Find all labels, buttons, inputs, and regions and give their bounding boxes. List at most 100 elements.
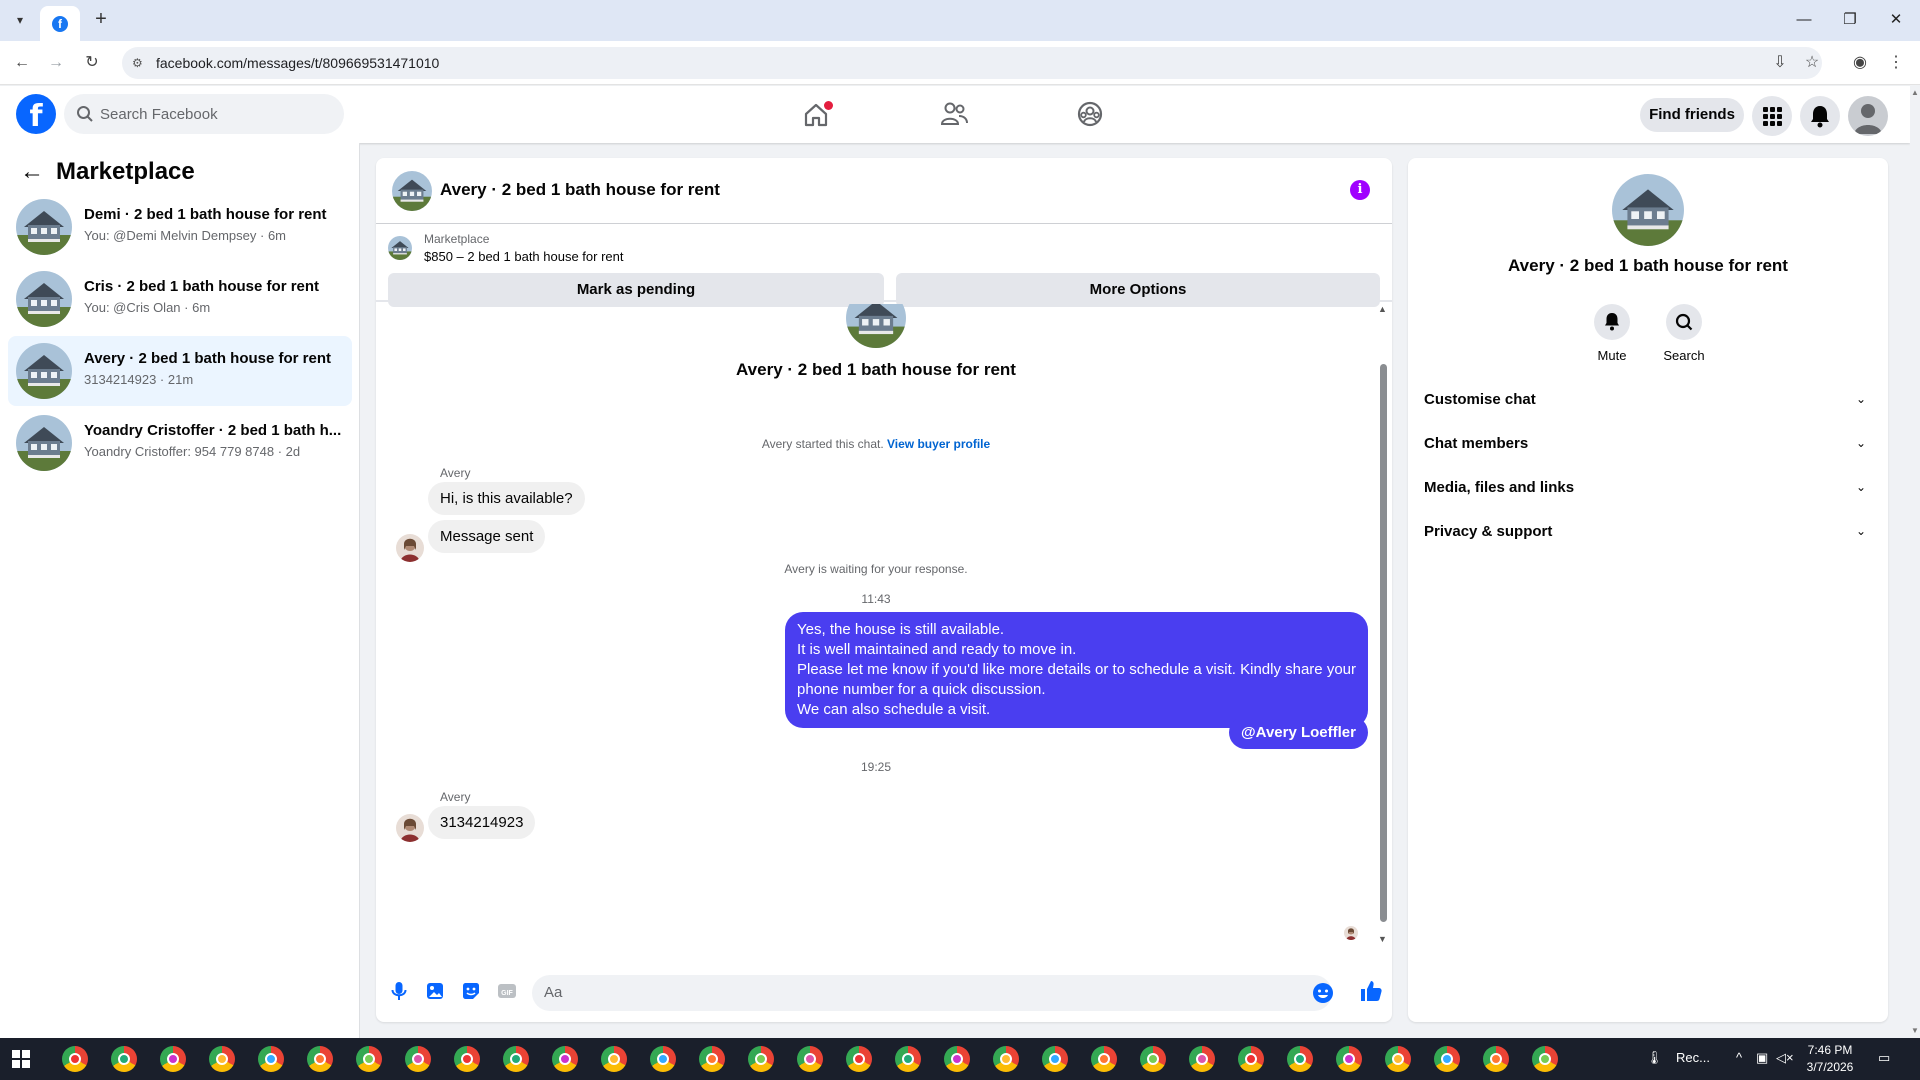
tray-chevron-up-icon[interactable]: ^ <box>1736 1050 1742 1065</box>
search-facebook-input[interactable]: Search Facebook <box>64 94 344 134</box>
reload-icon[interactable]: ↻ <box>80 51 104 75</box>
restore-icon[interactable]: ❐ <box>1830 8 1870 32</box>
taskbar-chrome-icon[interactable] <box>1238 1046 1264 1072</box>
forward-icon[interactable]: → <box>44 51 68 75</box>
taskbar-chrome-icon[interactable] <box>552 1046 578 1072</box>
notifications-button[interactable] <box>1800 96 1840 136</box>
taskbar-chrome-icon[interactable] <box>160 1046 186 1072</box>
profile-icon[interactable]: ◉ <box>1848 51 1872 75</box>
media-files-links-row[interactable]: Media, files and links ⌄ <box>1424 468 1872 508</box>
gif-icon[interactable]: GIF <box>496 980 518 1002</box>
facebook-logo-icon[interactable]: f <box>16 94 56 134</box>
windows-start-icon[interactable] <box>10 1048 32 1070</box>
browser-menu-icon[interactable]: ⋮ <box>1884 51 1908 75</box>
taskbar-chrome-icon[interactable] <box>405 1046 431 1072</box>
minimize-icon[interactable]: — <box>1784 8 1824 32</box>
customise-chat-row[interactable]: Customise chat ⌄ <box>1424 380 1872 420</box>
taskbar-chrome-icon[interactable] <box>1091 1046 1117 1072</box>
url-field[interactable]: ⚙ facebook.com/messages/t/80966953147101… <box>122 47 1822 79</box>
taskbar-chrome-icon[interactable] <box>258 1046 284 1072</box>
taskbar-chrome-icon[interactable] <box>356 1046 382 1072</box>
thumbs-up-icon[interactable] <box>1358 978 1384 1004</box>
scrollbar-thumb[interactable] <box>1380 364 1387 922</box>
scroll-up-icon[interactable]: ▲ <box>1911 88 1919 97</box>
scroll-up-icon[interactable]: ▲ <box>1378 304 1387 314</box>
incoming-message[interactable]: Message sent <box>428 520 546 553</box>
chat-members-row[interactable]: Chat members ⌄ <box>1424 424 1872 464</box>
mute-button[interactable]: Mute <box>1582 304 1642 363</box>
close-icon[interactable]: ✕ <box>1876 8 1916 32</box>
taskbar-chrome-icon[interactable] <box>1140 1046 1166 1072</box>
taskbar-chrome-icon[interactable] <box>944 1046 970 1072</box>
more-options-button[interactable]: More Options <box>896 273 1380 307</box>
page-scrollbar[interactable]: ▲ ▼ <box>1910 86 1920 1038</box>
taskbar-chrome-icon[interactable] <box>748 1046 774 1072</box>
emoji-icon[interactable] <box>1312 982 1334 1004</box>
conversation-item-cris[interactable]: Cris · 2 bed 1 bath house for rent You: … <box>8 264 352 334</box>
taskbar-chrome-icon[interactable] <box>993 1046 1019 1072</box>
taskbar-chrome-icon[interactable] <box>1434 1046 1460 1072</box>
view-buyer-profile-link[interactable]: View buyer profile <box>887 437 990 451</box>
taskbar-chrome-icon[interactable] <box>1483 1046 1509 1072</box>
house-thumbnail[interactable] <box>392 171 432 211</box>
taskbar-chrome-icon[interactable] <box>1336 1046 1362 1072</box>
search-chat-button[interactable]: Search <box>1654 304 1714 363</box>
conversation-item-demi[interactable]: Demi · 2 bed 1 bath house for rent You: … <box>8 192 352 262</box>
groups-icon[interactable] <box>1070 96 1110 132</box>
taskbar-chrome-icon[interactable] <box>797 1046 823 1072</box>
taskbar-chrome-icon[interactable] <box>1287 1046 1313 1072</box>
tab-search-icon[interactable]: ▾ <box>10 10 30 30</box>
taskbar-chrome-icon[interactable] <box>454 1046 480 1072</box>
taskbar-chrome-icon[interactable] <box>895 1046 921 1072</box>
chat-title[interactable]: Avery · 2 bed 1 bath house for rent <box>440 180 720 200</box>
taskbar-chrome-icon[interactable] <box>111 1046 137 1072</box>
taskbar-chrome-icon[interactable] <box>650 1046 676 1072</box>
site-settings-icon[interactable]: ⚙ <box>132 55 148 71</box>
weather-icon[interactable]: 🌡 <box>1646 1050 1663 1066</box>
mention-message[interactable]: @Avery Loeffler <box>1229 716 1368 749</box>
scroll-down-icon[interactable]: ▼ <box>1911 1026 1919 1035</box>
sticker-icon[interactable] <box>460 980 482 1002</box>
taskbar-chrome-icon[interactable] <box>307 1046 333 1072</box>
back-icon[interactable]: ← <box>10 51 34 75</box>
install-app-icon[interactable]: ⇩ <box>1768 51 1792 75</box>
privacy-support-row[interactable]: Privacy & support ⌄ <box>1424 512 1872 552</box>
taskbar-chrome-icon[interactable] <box>209 1046 235 1072</box>
outgoing-message[interactable]: Yes, the house is still available. It is… <box>785 612 1368 728</box>
taskbar-clock[interactable]: 7:46 PM 3/7/2026 <box>1790 1042 1870 1076</box>
avery-avatar[interactable] <box>396 814 424 842</box>
notification-center-icon[interactable]: ▭ <box>1878 1050 1890 1066</box>
mark-as-pending-button[interactable]: Mark as pending <box>388 273 884 307</box>
taskbar-chrome-icon[interactable] <box>1042 1046 1068 1072</box>
menu-grid-button[interactable] <box>1752 96 1792 136</box>
weather-text[interactable]: Rec... <box>1676 1050 1710 1065</box>
bookmark-star-icon[interactable]: ☆ <box>1800 51 1824 75</box>
listing-price[interactable]: $850 – 2 bed 1 bath house for rent <box>424 249 624 264</box>
scroll-down-icon[interactable]: ▼ <box>1378 934 1387 944</box>
taskbar-chrome-icon[interactable] <box>601 1046 627 1072</box>
message-input[interactable]: Aa <box>532 975 1334 1011</box>
taskbar-chrome-icon[interactable] <box>846 1046 872 1072</box>
back-arrow-icon[interactable]: ← <box>20 160 44 185</box>
photo-icon[interactable] <box>424 980 446 1002</box>
network-icon[interactable]: ▣ <box>1756 1050 1768 1066</box>
friends-icon[interactable] <box>934 96 974 132</box>
taskbar-chrome-icon[interactable] <box>62 1046 88 1072</box>
avery-avatar[interactable] <box>396 534 424 562</box>
conversation-item-avery[interactable]: Avery · 2 bed 1 bath house for rent 3134… <box>8 336 352 406</box>
browser-tab-facebook[interactable]: f <box>40 6 80 41</box>
microphone-icon[interactable] <box>388 980 410 1002</box>
conversation-item-yoandry[interactable]: Yoandry Cristoffer · 2 bed 1 bath h... Y… <box>8 408 352 478</box>
house-thumbnail[interactable] <box>388 236 412 260</box>
taskbar-chrome-icon[interactable] <box>1385 1046 1411 1072</box>
new-tab-icon[interactable]: + <box>90 9 112 31</box>
chat-scrollbar[interactable]: ▲ ▼ <box>1377 304 1389 952</box>
info-icon[interactable]: i <box>1350 180 1370 200</box>
account-avatar[interactable] <box>1848 96 1888 136</box>
incoming-message[interactable]: 3134214923 <box>428 806 536 839</box>
taskbar-chrome-icon[interactable] <box>1189 1046 1215 1072</box>
find-friends-button[interactable]: Find friends <box>1640 98 1744 132</box>
taskbar-chrome-icon[interactable] <box>503 1046 529 1072</box>
taskbar-chrome-icon[interactable] <box>1532 1046 1558 1072</box>
incoming-message[interactable]: Hi, is this available? <box>428 482 585 515</box>
